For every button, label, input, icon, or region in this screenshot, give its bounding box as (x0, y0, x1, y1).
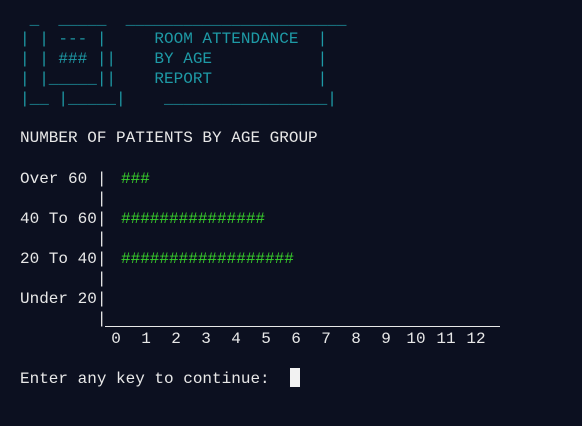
x-tick-label: 7 (321, 330, 331, 348)
x-tick-label: 2 (171, 330, 181, 348)
row-label-under-20: Under 20| (20, 290, 107, 308)
bar-40-to-60: ############### (121, 210, 266, 228)
x-tick-label: 4 (231, 330, 241, 348)
x-tick-label: 1 (141, 330, 151, 348)
banner-line-1: _ _____ _______________________ (20, 11, 347, 29)
x-tick-label: 5 (261, 330, 271, 348)
continue-prompt: Enter any key to continue: (20, 370, 280, 388)
banner-line-2: | | --- | ROOM ATTENDANCE | (20, 30, 328, 48)
bar-over-60: ### (121, 170, 150, 188)
x-tick-label: 6 (291, 330, 301, 348)
axis-separator: | (20, 230, 107, 248)
x-tick-label: 10 (406, 330, 426, 348)
axis-separator: | (20, 310, 107, 328)
banner-line-3: | | ### || BY AGE | (20, 50, 328, 68)
x-tick-label: 0 (111, 330, 121, 348)
row-label-20-to-40: 20 To 40| (20, 250, 107, 268)
row-label-over-60: Over 60 | (20, 170, 107, 188)
x-tick-label: 11 (436, 330, 456, 348)
row-label-40-to-60: 40 To 60| (20, 210, 107, 228)
bar-20-to-40: ################## (121, 250, 294, 268)
x-axis-line (105, 326, 500, 327)
x-tick-label: 3 (201, 330, 211, 348)
axis-separator: | (20, 190, 107, 208)
axis-separator: | (20, 270, 107, 288)
banner-line-4: | |_____|| REPORT | (20, 70, 328, 88)
banner-line-5: |__ |_____| _________________| (20, 90, 337, 108)
text-cursor[interactable] (290, 368, 300, 387)
chart-title: NUMBER OF PATIENTS BY AGE GROUP (20, 129, 318, 147)
x-tick-label: 9 (381, 330, 391, 348)
x-tick-label: 12 (466, 330, 486, 348)
x-tick-label: 8 (351, 330, 361, 348)
